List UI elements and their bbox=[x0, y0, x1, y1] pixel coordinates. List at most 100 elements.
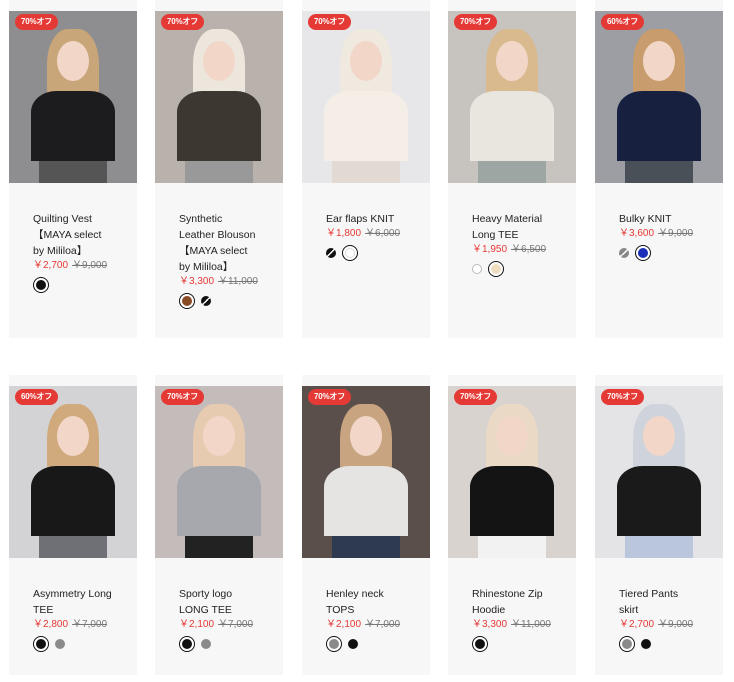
product-name-line: by Mililoa】 bbox=[179, 261, 234, 273]
product-name-line: LONG TEE bbox=[179, 604, 232, 616]
model-top bbox=[617, 91, 701, 161]
color-swatch[interactable] bbox=[326, 248, 336, 258]
original-price: ￥9,000 bbox=[658, 619, 694, 630]
product-name-line: Ear flaps KNIT bbox=[326, 213, 395, 225]
color-swatch[interactable] bbox=[619, 248, 629, 258]
color-swatch[interactable] bbox=[635, 245, 651, 261]
model-face bbox=[496, 416, 528, 456]
color-swatch[interactable] bbox=[472, 636, 488, 652]
product-card[interactable]: 70%オフ Synthetic Leather Blouson 【MAYA selec… bbox=[155, 0, 283, 338]
product-image[interactable]: 70%オフ bbox=[302, 11, 430, 183]
product-image[interactable]: 70%オフ bbox=[595, 386, 723, 558]
original-price: ￥6,000 bbox=[365, 228, 401, 239]
color-swatch[interactable] bbox=[55, 639, 65, 649]
product-image[interactable]: 60%オフ bbox=[595, 11, 723, 183]
product-name-line: Hoodie bbox=[472, 604, 506, 616]
price-line: ￥3,300 ￥11,000 bbox=[179, 275, 258, 289]
product-name-line: Tiered Pants bbox=[619, 588, 679, 600]
model-top bbox=[177, 91, 261, 161]
product-image[interactable]: 70%オフ bbox=[155, 386, 283, 558]
product-name[interactable]: Henley neck TOPS bbox=[326, 586, 426, 618]
product-card[interactable]: 70%オフ Ear flaps KNIT ￥1,800 ￥6,000 bbox=[302, 0, 430, 338]
color-swatches bbox=[472, 261, 504, 277]
color-swatches bbox=[33, 636, 65, 652]
color-swatch[interactable] bbox=[342, 245, 358, 261]
swatch-fill bbox=[491, 264, 501, 274]
color-swatch[interactable] bbox=[33, 636, 49, 652]
color-swatch[interactable] bbox=[33, 277, 49, 293]
product-name[interactable]: Ear flaps KNIT bbox=[326, 211, 426, 227]
product-name[interactable]: Rhinestone Zip Hoodie bbox=[472, 586, 572, 618]
sale-price: ￥3,300 bbox=[472, 619, 508, 630]
model-face bbox=[496, 41, 528, 81]
product-name[interactable]: Bulky KNIT bbox=[619, 211, 719, 227]
product-name-line: Leather Blouson bbox=[179, 229, 256, 241]
color-swatch[interactable] bbox=[326, 636, 342, 652]
product-card[interactable]: 70%オフ Heavy Material Long TEE ￥1,950 ￥6,500 bbox=[448, 0, 576, 338]
product-name[interactable]: Tiered Pants skirt bbox=[619, 586, 719, 618]
model-face bbox=[643, 41, 675, 81]
color-swatches bbox=[472, 636, 488, 652]
original-price: ￥7,000 bbox=[218, 619, 254, 630]
swatch-fill bbox=[622, 639, 632, 649]
color-swatch[interactable] bbox=[641, 639, 651, 649]
price-line: ￥2,700 ￥9,000 bbox=[33, 259, 107, 273]
price-line: ￥2,700 ￥9,000 bbox=[619, 618, 693, 632]
model-top bbox=[31, 91, 115, 161]
product-name[interactable]: Heavy Material Long TEE bbox=[472, 211, 572, 243]
product-image[interactable]: 70%オフ bbox=[155, 11, 283, 183]
product-image[interactable]: 70%オフ bbox=[448, 386, 576, 558]
model-top bbox=[324, 91, 408, 161]
discount-badge: 70%オフ bbox=[161, 389, 205, 405]
swatch-fill bbox=[36, 639, 46, 649]
price-line: ￥1,800 ￥6,000 bbox=[326, 227, 400, 241]
color-swatch[interactable] bbox=[348, 639, 358, 649]
color-swatch[interactable] bbox=[179, 293, 195, 309]
discount-badge: 70%オフ bbox=[454, 389, 498, 405]
product-image[interactable]: 70%オフ bbox=[302, 386, 430, 558]
product-name-line: Long TEE bbox=[472, 229, 519, 241]
color-swatch[interactable] bbox=[619, 636, 635, 652]
discount-badge: 70%オフ bbox=[15, 14, 59, 30]
product-image[interactable]: 70%オフ bbox=[9, 11, 137, 183]
product-name-line: by Mililoa】 bbox=[33, 245, 88, 257]
discount-badge: 70%オフ bbox=[308, 389, 352, 405]
original-price: ￥9,000 bbox=[658, 228, 694, 239]
model-face bbox=[350, 416, 382, 456]
product-card[interactable]: 70%オフ Sporty logo LONG TEE ￥2,100 ￥7,000 bbox=[155, 375, 283, 675]
product-card[interactable]: 70%オフ Rhinestone Zip Hoodie ￥3,300 ￥11,000 bbox=[448, 375, 576, 675]
original-price: ￥7,000 bbox=[365, 619, 401, 630]
color-swatches bbox=[33, 277, 49, 293]
model-face bbox=[203, 416, 235, 456]
product-name-line: Henley neck bbox=[326, 588, 384, 600]
sale-price: ￥3,600 bbox=[619, 228, 655, 239]
product-card[interactable]: 70%オフ Quilting Vest 【MAYA select by Mililoa… bbox=[9, 0, 137, 338]
sale-price: ￥2,800 bbox=[33, 619, 69, 630]
product-card[interactable]: 70%オフ Tiered Pants skirt ￥2,700 ￥9,000 bbox=[595, 375, 723, 675]
model-top bbox=[470, 91, 554, 161]
product-name[interactable]: Quilting Vest 【MAYA select by Mililoa】 bbox=[33, 211, 133, 259]
product-card[interactable]: 60%オフ Asymmetry Long TEE ￥2,800 ￥7,000 bbox=[9, 375, 137, 675]
product-card[interactable]: 60%オフ Bulky KNIT ￥3,600 ￥9,000 bbox=[595, 0, 723, 338]
color-swatch[interactable] bbox=[472, 264, 482, 274]
product-name-line: Sporty logo bbox=[179, 588, 233, 600]
color-swatch[interactable] bbox=[201, 296, 211, 306]
model-top bbox=[324, 466, 408, 536]
product-name-line: TEE bbox=[33, 604, 54, 616]
discount-badge: 70%オフ bbox=[601, 389, 645, 405]
product-image[interactable]: 60%オフ bbox=[9, 386, 137, 558]
product-name[interactable]: Synthetic Leather Blouson 【MAYA select by M… bbox=[179, 211, 279, 275]
product-image[interactable]: 70%オフ bbox=[448, 11, 576, 183]
product-name[interactable]: Asymmetry Long TEE bbox=[33, 586, 133, 618]
sale-price: ￥1,950 bbox=[472, 244, 508, 255]
discount-badge: 70%オフ bbox=[454, 14, 498, 30]
product-card[interactable]: 70%オフ Henley neck TOPS ￥2,100 ￥7,000 bbox=[302, 375, 430, 675]
product-name[interactable]: Sporty logo LONG TEE bbox=[179, 586, 279, 618]
product-name-line: skirt bbox=[619, 604, 639, 616]
product-name-line: Heavy Material bbox=[472, 213, 543, 225]
color-swatches bbox=[326, 636, 358, 652]
color-swatch[interactable] bbox=[201, 639, 211, 649]
color-swatch[interactable] bbox=[179, 636, 195, 652]
discount-badge: 70%オフ bbox=[308, 14, 352, 30]
color-swatch[interactable] bbox=[488, 261, 504, 277]
